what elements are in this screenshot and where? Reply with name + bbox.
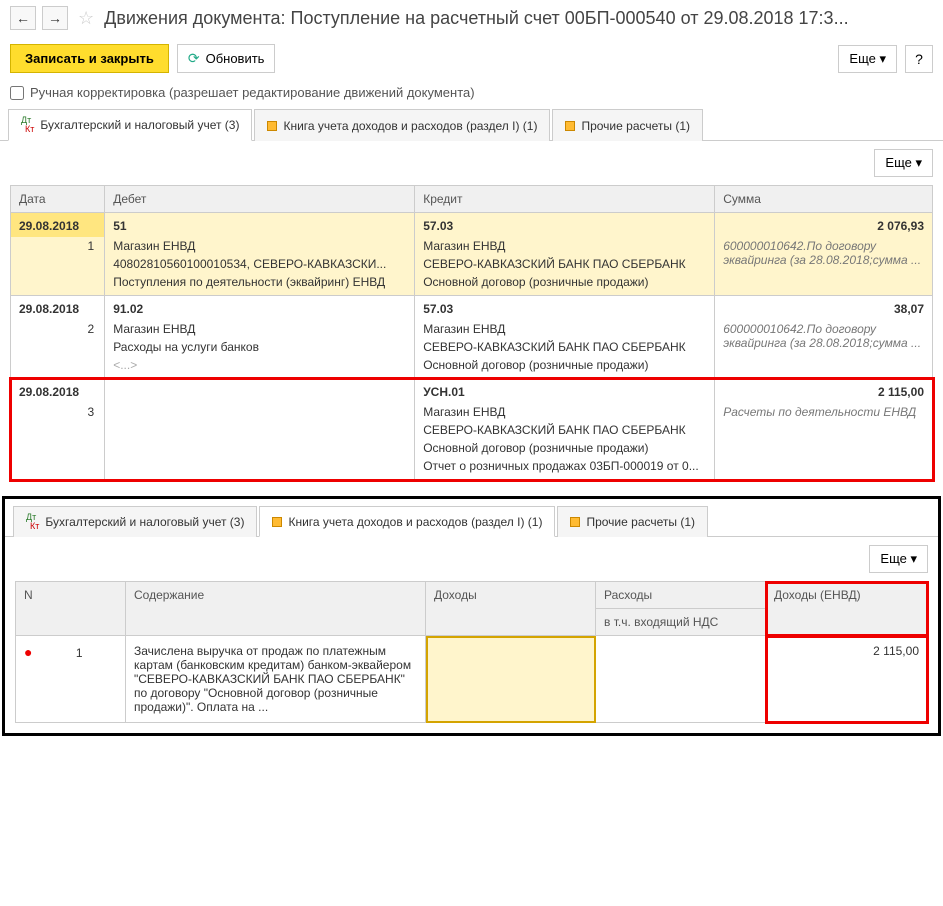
help-button[interactable]: ? [905, 45, 933, 73]
table-row[interactable]: 29.08.2018 51 57.03 2 076,93 [11, 213, 933, 238]
cell-income[interactable] [426, 636, 596, 723]
cell-num: 2 [48, 320, 105, 338]
refresh-label: Обновить [206, 51, 265, 66]
cell-date: 29.08.2018 [11, 379, 105, 404]
cell-note: Расчеты по деятельности ЕНВД [715, 403, 933, 480]
tab-label: Книга учета доходов и расходов (раздел I… [283, 119, 537, 133]
tab-label: Бухгалтерский и налоговый учет (3) [45, 515, 244, 529]
page-title: Движения документа: Поступление на расче… [104, 8, 933, 29]
tabs-panel-1: ДтКт Бухгалтерский и налоговый учет (3) … [0, 108, 943, 141]
tab-label: Книга учета доходов и расходов (раздел I… [288, 515, 542, 529]
th-credit[interactable]: Кредит [415, 186, 715, 213]
tab-other-calculations[interactable]: Прочие расчеты (1) [557, 506, 708, 537]
calc-icon [565, 121, 575, 131]
tabs-panel-2: ДтКт Бухгалтерский и налоговый учет (3) … [5, 505, 938, 537]
cell-note: 600000010642.По договору эквайринга (за … [715, 320, 933, 379]
cell-debit: 51 [105, 213, 415, 238]
tab-accounting[interactable]: ДтКт Бухгалтерский и налоговый учет (3) [8, 109, 252, 141]
cell-sum: 2 115,00 [715, 379, 933, 404]
favorite-star-icon[interactable]: ☆ [78, 8, 94, 29]
cell-n: ● 1 [16, 636, 126, 723]
th-date[interactable]: Дата [11, 186, 105, 213]
book-icon [267, 121, 277, 131]
tab-label: Прочие расчеты (1) [581, 119, 690, 133]
cell-note: 600000010642.По договору эквайринга (за … [715, 237, 933, 296]
th-expense[interactable]: Расходы [596, 582, 766, 609]
accounting-entries-table: Дата Дебет Кредит Сумма 29.08.2018 51 57… [10, 185, 933, 480]
th-content[interactable]: Содержание [126, 582, 426, 636]
cell-content: Зачислена выручка от продаж по платежным… [126, 636, 426, 723]
manual-correction-checkbox[interactable] [10, 86, 24, 100]
tab-income-expense-book[interactable]: Книга учета доходов и расходов (раздел I… [259, 506, 555, 537]
cell-credit: 57.03 [415, 213, 715, 238]
save-close-button[interactable]: Записать и закрыть [10, 44, 169, 73]
table-row[interactable]: ● 1 Зачислена выручка от продаж по плате… [16, 636, 928, 723]
th-n[interactable]: N [16, 582, 126, 636]
cell-num: 3 [48, 403, 105, 421]
tab-label: Бухгалтерский и налоговый учет (3) [40, 118, 239, 132]
dtkt-icon: ДтКт [21, 116, 34, 134]
income-expense-table: N Содержание Доходы Расходы Доходы (ЕНВД… [15, 581, 928, 723]
th-income-envd[interactable]: Доходы (ЕНВД) [766, 582, 928, 636]
cell-num: 1 [48, 237, 105, 255]
forward-button[interactable]: → [42, 6, 68, 30]
cell-credit: УСН.01 [415, 379, 715, 404]
refresh-button[interactable]: ⟳ Обновить [177, 44, 276, 73]
book-icon [272, 517, 282, 527]
cell-credit: 57.03 [415, 296, 715, 321]
cell-debit [105, 379, 415, 404]
cell-income-envd: 2 115,00 [766, 636, 928, 723]
red-dot-icon: ● [24, 644, 32, 660]
tab-income-expense-book[interactable]: Книга учета доходов и расходов (раздел I… [254, 109, 550, 141]
dtkt-icon: ДтКт [26, 513, 39, 531]
cell-sum: 2 076,93 [715, 213, 933, 238]
refresh-icon: ⟳ [188, 50, 200, 67]
more-button[interactable]: Еще ▾ [838, 45, 897, 73]
th-debit[interactable]: Дебет [105, 186, 415, 213]
manual-correction-label: Ручная корректировка (разрешает редактир… [30, 85, 475, 100]
cell-date: 29.08.2018 [11, 296, 105, 321]
tab-other-calculations[interactable]: Прочие расчеты (1) [552, 109, 703, 141]
calc-icon [570, 517, 580, 527]
tab-accounting[interactable]: ДтКт Бухгалтерский и налоговый учет (3) [13, 506, 257, 537]
panel-income-expense: ДтКт Бухгалтерский и налоговый учет (3) … [2, 496, 941, 736]
th-income[interactable]: Доходы [426, 582, 596, 636]
cell-sum: 38,07 [715, 296, 933, 321]
th-expense-sub: в т.ч. входящий НДС [596, 609, 766, 636]
th-sum[interactable]: Сумма [715, 186, 933, 213]
table-row[interactable]: 29.08.2018 УСН.01 2 115,00 [11, 379, 933, 404]
tab-label: Прочие расчеты (1) [586, 515, 695, 529]
highlighted-row-group: 29.08.2018 УСН.01 2 115,00 3Магазин ЕНВД… [11, 379, 933, 480]
table-more-button[interactable]: Еще ▾ [874, 149, 933, 177]
table-row[interactable]: 29.08.2018 91.02 57.03 38,07 [11, 296, 933, 321]
cell-debit: 91.02 [105, 296, 415, 321]
cell-expense [596, 636, 766, 723]
table2-more-button[interactable]: Еще ▾ [869, 545, 928, 573]
back-button[interactable]: ← [10, 6, 36, 30]
cell-date: 29.08.2018 [11, 213, 105, 238]
